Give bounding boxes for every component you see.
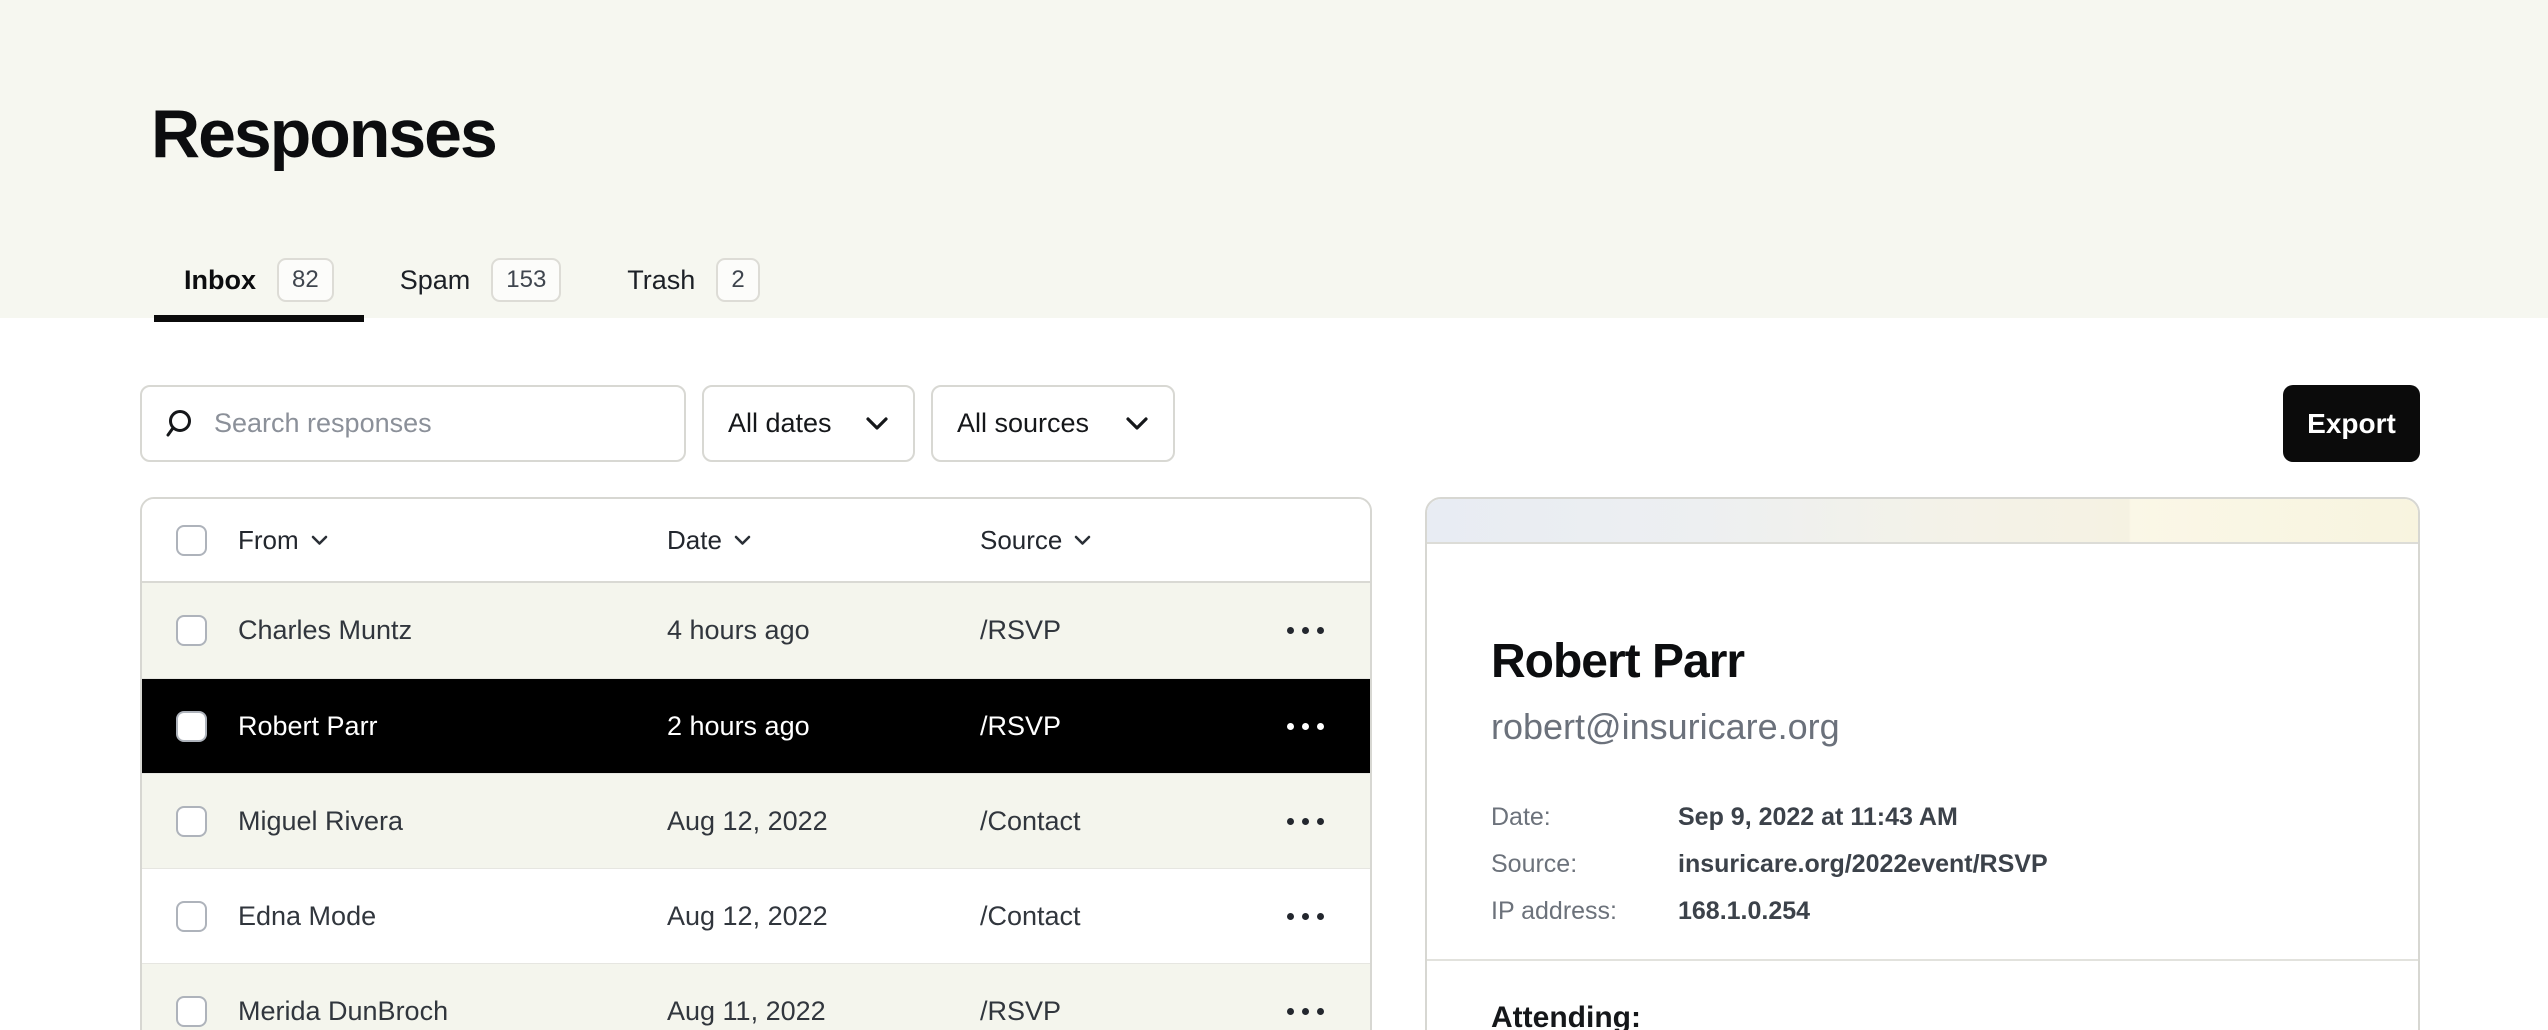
- table-row[interactable]: Merida DunBroch Aug 11, 2022 /RSVP: [142, 963, 1370, 1030]
- row-date: 2 hours ago: [667, 711, 980, 742]
- row-source: /Contact: [980, 901, 1240, 932]
- table-row[interactable]: Miguel Rivera Aug 12, 2022 /Contact: [142, 773, 1370, 868]
- date-filter-select[interactable]: All dates: [702, 385, 915, 462]
- tab-label: Spam: [400, 265, 471, 296]
- tab-label: Trash: [627, 265, 695, 296]
- field-value-ip: 168.1.0.254: [1678, 898, 1810, 925]
- tab-spam[interactable]: Spam 153: [370, 242, 592, 318]
- column-header-date[interactable]: Date: [667, 525, 980, 556]
- detail-panel: Robert Parr robert@insuricare.org Date: …: [1425, 497, 2420, 1030]
- tab-count-badge: 2: [716, 258, 759, 302]
- row-from: Robert Parr: [238, 711, 667, 742]
- row-source: /RSVP: [980, 615, 1240, 646]
- page-header: Responses Inbox 82 Spam 153 Trash 2: [0, 0, 2548, 318]
- tab-trash[interactable]: Trash 2: [597, 242, 789, 318]
- column-header-from[interactable]: From: [238, 525, 667, 556]
- detail-fields: Date: Sep 9, 2022 at 11:43 AM Source: in…: [1491, 804, 2354, 925]
- field-label-ip: IP address:: [1491, 898, 1678, 925]
- tab-inbox[interactable]: Inbox 82: [154, 242, 364, 318]
- row-checkbox[interactable]: [176, 806, 207, 837]
- row-menu-button[interactable]: [1277, 808, 1334, 835]
- ellipsis-icon: [1287, 723, 1294, 730]
- row-date: 4 hours ago: [667, 615, 980, 646]
- table-row[interactable]: Robert Parr 2 hours ago /RSVP: [142, 678, 1370, 773]
- attending-heading: Attending:: [1491, 1001, 2354, 1030]
- chevron-down-icon: [734, 535, 751, 546]
- export-button[interactable]: Export: [2283, 385, 2420, 462]
- row-source: /Contact: [980, 806, 1240, 837]
- field-value-source: insuricare.org/2022event/RSVP: [1678, 851, 2048, 878]
- row-checkbox[interactable]: [176, 901, 207, 932]
- ellipsis-icon: [1287, 818, 1294, 825]
- search-input[interactable]: [214, 408, 664, 439]
- detail-divider: [1427, 959, 2418, 961]
- date-filter-value: All dates: [728, 408, 832, 439]
- row-menu-button[interactable]: [1277, 903, 1334, 930]
- chevron-down-icon: [311, 535, 328, 546]
- search-icon: [162, 407, 196, 441]
- tab-count-badge: 82: [277, 258, 334, 302]
- row-menu-button[interactable]: [1277, 617, 1334, 644]
- row-from: Edna Mode: [238, 901, 667, 932]
- tab-count-badge: 153: [491, 258, 561, 302]
- chevron-down-icon: [1074, 535, 1091, 546]
- tab-bar: Inbox 82 Spam 153 Trash 2: [154, 242, 790, 318]
- select-all-checkbox[interactable]: [176, 525, 207, 556]
- chevron-down-icon: [1125, 416, 1149, 431]
- row-checkbox[interactable]: [176, 996, 207, 1027]
- table-row[interactable]: Edna Mode Aug 12, 2022 /Contact: [142, 868, 1370, 963]
- table-header-row: From Date Source: [142, 499, 1370, 583]
- tab-label: Inbox: [184, 265, 256, 296]
- responses-table: From Date Source Charles Muntz 4 hours a…: [140, 497, 1372, 1030]
- source-filter-select[interactable]: All sources: [931, 385, 1175, 462]
- detail-email: robert@insuricare.org: [1491, 705, 2354, 748]
- chevron-down-icon: [865, 416, 889, 431]
- detail-name: Robert Parr: [1491, 634, 2354, 689]
- toolbar: All dates All sources Export: [0, 385, 2548, 462]
- field-value-date: Sep 9, 2022 at 11:43 AM: [1678, 804, 1958, 831]
- row-source: /RSVP: [980, 711, 1240, 742]
- table-row[interactable]: Charles Muntz 4 hours ago /RSVP: [142, 583, 1370, 678]
- page-title: Responses: [151, 100, 496, 168]
- row-date: Aug 11, 2022: [667, 996, 980, 1027]
- field-label-source: Source:: [1491, 851, 1678, 878]
- column-header-source[interactable]: Source: [980, 525, 1240, 556]
- ellipsis-icon: [1287, 913, 1294, 920]
- ellipsis-icon: [1287, 627, 1294, 634]
- row-from: Charles Muntz: [238, 615, 667, 646]
- source-filter-value: All sources: [957, 408, 1089, 439]
- row-menu-button[interactable]: [1277, 998, 1334, 1025]
- field-label-date: Date:: [1491, 804, 1678, 831]
- row-menu-button[interactable]: [1277, 713, 1334, 740]
- row-date: Aug 12, 2022: [667, 901, 980, 932]
- row-from: Miguel Rivera: [238, 806, 667, 837]
- row-from: Merida DunBroch: [238, 996, 667, 1027]
- row-source: /RSVP: [980, 996, 1240, 1027]
- detail-header-gradient: [1427, 499, 2418, 544]
- row-checkbox[interactable]: [176, 615, 207, 646]
- ellipsis-icon: [1287, 1008, 1294, 1015]
- responses-page: Responses Inbox 82 Spam 153 Trash 2: [0, 0, 2548, 1030]
- row-checkbox[interactable]: [176, 711, 207, 742]
- search-box[interactable]: [140, 385, 686, 462]
- row-date: Aug 12, 2022: [667, 806, 980, 837]
